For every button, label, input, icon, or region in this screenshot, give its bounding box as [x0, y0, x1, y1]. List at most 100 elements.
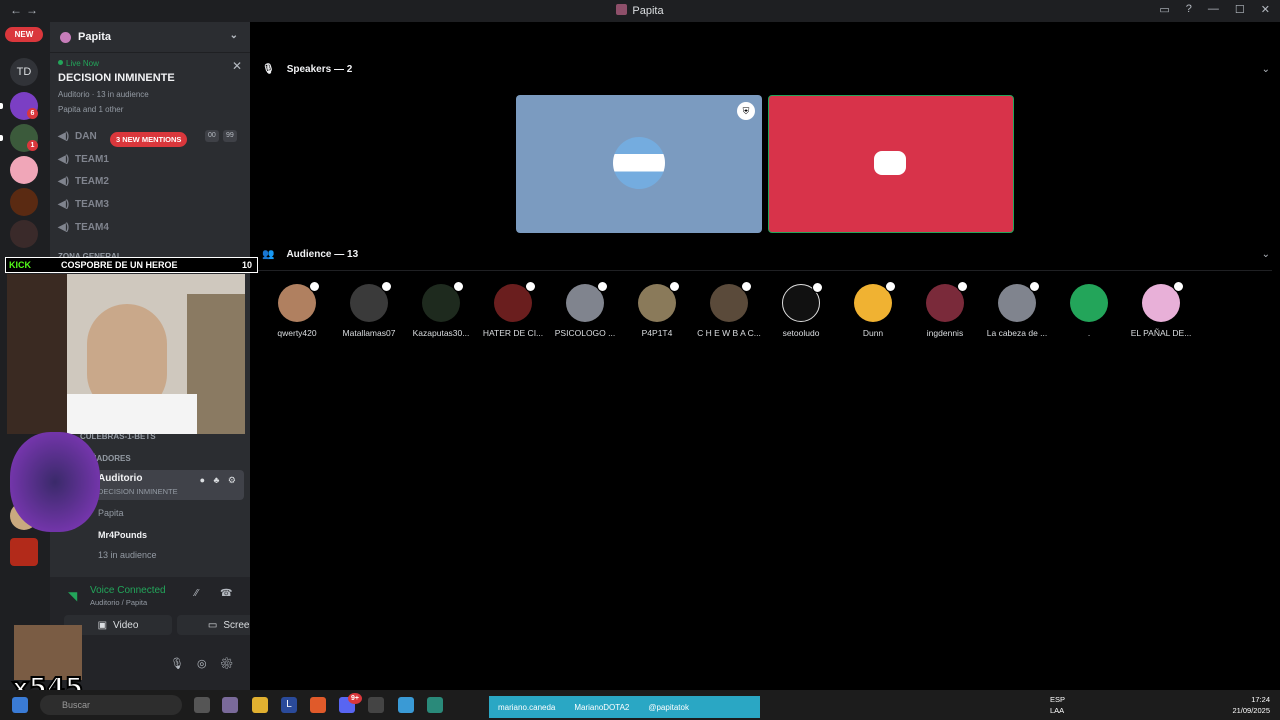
avatar	[854, 281, 896, 322]
speaker-tile-discord[interactable]	[768, 95, 1014, 233]
speaker-avatar	[613, 137, 665, 189]
chevron-down-icon[interactable]: ⌄	[1262, 64, 1270, 75]
kick-overlay-bar: KICK COSPOBRE DE UN HEROE 10	[5, 257, 258, 273]
screen-button[interactable]: ▭Screen	[177, 615, 250, 635]
audience-member[interactable]: La cabeza de ...	[984, 281, 1050, 338]
live-now-label: Live Now	[58, 59, 242, 68]
maximize-button[interactable]: ☐	[1235, 3, 1245, 16]
minimize-button[interactable]: —	[1208, 3, 1219, 16]
voice-location: Auditorio / Papita	[90, 598, 148, 607]
audience-member[interactable]: Kazaputas30...	[408, 281, 474, 338]
audience-member[interactable]: Matallamas07	[336, 281, 402, 338]
voice-channel-dan[interactable]: ◀) DAN	[58, 127, 97, 145]
help-icon[interactable]: ?	[1186, 3, 1192, 16]
status-badge	[381, 281, 392, 292]
close-button[interactable]: ✕	[1261, 3, 1270, 16]
avatar	[350, 281, 392, 322]
stage-user[interactable]: Papita	[98, 508, 124, 518]
server-guild-icon	[60, 31, 71, 43]
app-icon[interactable]	[368, 697, 384, 713]
voice-status[interactable]: Voice Connected	[90, 585, 166, 596]
status-badge	[309, 281, 320, 292]
server-header[interactable]: Papita ⌄	[50, 22, 250, 53]
audience-header[interactable]: 👥 Audience — 13	[262, 249, 358, 260]
system-tray[interactable]: ESP LAA 17:24 21/09/2025	[1050, 694, 1270, 716]
noise-suppression-icon[interactable]: ⁄⁄	[195, 588, 198, 599]
status-badge	[741, 281, 752, 292]
brave-icon[interactable]	[310, 697, 326, 713]
status-badge	[1029, 281, 1040, 292]
speaker-icon: ◀)	[58, 130, 70, 142]
server-icon-5[interactable]	[10, 220, 38, 248]
speaker-tile-argentina[interactable]: ⛨	[516, 95, 762, 233]
audience-member[interactable]: ingdennis	[912, 281, 978, 338]
server-icon-3[interactable]	[10, 156, 38, 184]
task-view-icon[interactable]	[194, 697, 210, 713]
black-list-emblem	[10, 432, 100, 532]
chevron-down-icon[interactable]: ⌄	[1262, 249, 1270, 260]
server-icon-dota[interactable]	[10, 538, 38, 566]
server-icon-4[interactable]	[10, 188, 38, 216]
audience-member[interactable]: P4P1T4	[624, 281, 690, 338]
avatar	[926, 281, 968, 322]
live-stage-card[interactable]: Live Now DECISION INMINENTE Auditorio · …	[50, 53, 250, 121]
audience-member[interactable]: PSICOLOGO ...	[552, 281, 618, 338]
inbox-icon[interactable]: ▭	[1159, 3, 1169, 16]
voice-channel-team2[interactable]: ◀) TEAM2	[58, 172, 109, 190]
emote-overlay	[14, 625, 82, 680]
user-controls[interactable]: 🎙◎⚙	[170, 657, 247, 670]
search-input[interactable]: Buscar	[40, 695, 182, 715]
clock-time: 17:24	[1251, 695, 1270, 704]
audience-member[interactable]: qwerty420	[264, 281, 330, 338]
speaker-icon: ◀)	[58, 221, 70, 233]
avatar	[278, 281, 320, 322]
audience-member[interactable]: EL PAÑAL DE...	[1128, 281, 1194, 338]
channel-actions[interactable]: ● ♣ ⚙	[200, 475, 239, 486]
microphone-icon: 🎙	[262, 64, 275, 75]
avatar	[566, 281, 608, 322]
app-icon[interactable]	[222, 697, 238, 713]
status-badge	[669, 281, 680, 292]
stage-user[interactable]: Mr4Pounds	[98, 530, 147, 540]
status-badge	[525, 281, 536, 292]
audience-member[interactable]: HATER DE CI...	[480, 281, 546, 338]
notification-badge: 9+	[348, 693, 362, 704]
start-icon[interactable]	[12, 697, 28, 713]
audience-member[interactable]: C H E W B A C...	[696, 281, 762, 338]
audience-member[interactable]: .	[1056, 284, 1122, 338]
kick-logo: KICK	[9, 260, 31, 270]
unread-pill	[0, 135, 3, 141]
avatar	[998, 281, 1040, 322]
audience-member[interactable]: setooludo	[768, 282, 834, 338]
avatar	[494, 281, 536, 322]
instagram-handle: mariano.caneda	[498, 702, 556, 712]
new-mentions-badge[interactable]: 3 NEW MENTIONS	[110, 132, 188, 147]
folder-icon[interactable]	[252, 697, 268, 713]
speakers-header[interactable]: 🎙 Speakers — 2	[262, 64, 352, 75]
voice-channel-team1[interactable]: ◀) TEAM1	[58, 150, 109, 168]
window-title: Papita	[0, 4, 1280, 17]
server-icon	[616, 4, 628, 15]
clock-date: 21/09/2025	[1232, 706, 1270, 715]
tiktok-handle: @papitatok	[648, 702, 689, 712]
chevron-down-icon[interactable]: ⌄	[230, 30, 238, 41]
audience-member[interactable]: Dunn	[840, 281, 906, 338]
speaker-icon: ◀)	[58, 198, 70, 210]
close-icon[interactable]: ✕	[232, 59, 242, 73]
voice-channel-team4[interactable]: ◀) TEAM4	[58, 218, 109, 236]
avatar	[422, 281, 464, 322]
speaker-icon: ◀)	[58, 175, 70, 187]
avatar	[710, 281, 752, 322]
status-badge	[1173, 281, 1184, 292]
stage-view: 🎙 Speakers — 2 ⌄ ⛨ 👥 Audience — 13 ⌄ qwert…	[250, 22, 1280, 690]
disconnect-icon[interactable]: ☎	[220, 588, 232, 599]
voice-channel-team3[interactable]: ◀) TEAM3	[58, 195, 109, 213]
server-td[interactable]: TD	[10, 58, 38, 86]
channel-tag: 00	[205, 130, 219, 142]
current-stage-channel[interactable]: Auditorio DECISION INMINENTE ● ♣ ⚙	[78, 470, 244, 500]
notes-icon[interactable]	[398, 697, 414, 713]
app-l-icon[interactable]: L	[281, 697, 297, 713]
globe-icon[interactable]	[427, 697, 443, 713]
live-meta-users: Papita and 1 other	[58, 105, 124, 114]
avatar	[782, 282, 823, 322]
